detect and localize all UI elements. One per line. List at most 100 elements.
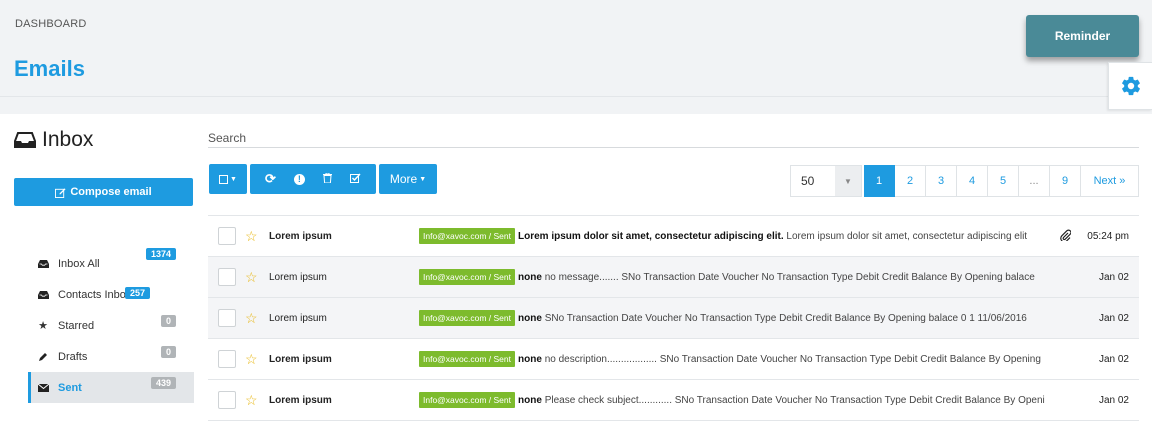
email-preview: SNo Transaction Date Voucher No Transact…	[544, 312, 1027, 324]
star-icon[interactable]: ☆	[245, 392, 261, 409]
inbox-tray-icon	[14, 132, 36, 148]
email-sender: Lorem ipsum	[269, 312, 327, 324]
sidebar-item-contacts-inbox[interactable]: Contacts Inbox 257	[28, 279, 194, 310]
chevron-down-icon: ▼	[835, 166, 861, 196]
mailbox-label: Info@xavoc.com / Sent	[419, 392, 516, 408]
inbox-icon	[36, 290, 50, 299]
inbox-heading: Inbox	[14, 128, 93, 152]
trash-icon[interactable]	[322, 172, 332, 186]
email-row[interactable]: ☆ Lorem ipsum Info@xavoc.com / Sent none…	[208, 380, 1139, 421]
star-icon[interactable]: ☆	[245, 351, 261, 368]
email-subject-preview: none Please check subject............ SN…	[518, 395, 1045, 406]
email-subject: none	[518, 394, 542, 406]
next-page-button[interactable]: Next »	[1081, 165, 1139, 197]
reminder-button[interactable]: Reminder	[1026, 15, 1139, 57]
mailbox-label: Info@xavoc.com / Sent	[419, 351, 516, 367]
sidebar-item-drafts[interactable]: Drafts 0	[28, 341, 194, 372]
email-subject-preview: none SNo Transaction Date Voucher No Tra…	[518, 313, 1045, 324]
email-sender: Lorem ipsum	[269, 394, 332, 406]
select-dropdown-button[interactable]: ▼	[209, 164, 247, 194]
per-page-value: 50	[801, 174, 815, 188]
page-button[interactable]: 4	[957, 165, 988, 197]
row-checkbox[interactable]	[218, 268, 236, 286]
refresh-icon[interactable]: ⟳	[265, 171, 276, 187]
mailbox-label: Info@xavoc.com / Sent	[419, 228, 516, 244]
inbox-heading-label: Inbox	[42, 128, 94, 151]
email-subject-preview: none no description.................. SN…	[518, 354, 1045, 365]
page-button[interactable]: 1	[864, 165, 895, 197]
count-badge: 0	[160, 315, 176, 327]
row-checkbox[interactable]	[218, 227, 236, 245]
check-square-icon[interactable]	[349, 173, 361, 186]
envelope-icon	[36, 383, 50, 392]
checkbox-icon	[219, 174, 229, 184]
count-badge: 257	[124, 287, 150, 299]
mailbox-label: Info@xavoc.com / Sent	[419, 269, 516, 285]
breadcrumb[interactable]: DASHBOARD	[15, 18, 86, 30]
email-date: Jan 02	[1098, 394, 1129, 406]
per-page-select[interactable]: 50 ▼	[790, 165, 862, 197]
page-ellipsis: ...	[1019, 165, 1050, 197]
email-subject-preview: none no message....... SNo Transaction D…	[518, 272, 1045, 283]
email-date: Jan 02	[1098, 271, 1129, 283]
email-row[interactable]: ☆ Lorem ipsum Info@xavoc.com / Sent none…	[208, 298, 1139, 339]
caret-down-icon: ▼	[419, 175, 427, 183]
email-preview: Please check subject............ SNo Tra…	[544, 394, 1046, 406]
page-button[interactable]: 5	[988, 165, 1019, 197]
email-subject-preview: Lorem ipsum dolor sit amet, consectetur …	[518, 231, 1045, 242]
search-input[interactable]	[208, 128, 1139, 148]
row-checkbox[interactable]	[218, 309, 236, 327]
row-checkbox[interactable]	[218, 391, 236, 409]
email-preview: no message....... SNo Transaction Date V…	[544, 271, 1035, 283]
page-button[interactable]: 3	[926, 165, 957, 197]
page-button[interactable]: 9	[1050, 165, 1081, 197]
sidebar-item-label: Inbox All	[58, 257, 100, 270]
star-icon[interactable]: ☆	[245, 310, 261, 327]
exclamation-icon[interactable]: !	[293, 173, 305, 185]
email-preview: Lorem ipsum dolor sit amet, consectetur …	[786, 230, 1028, 242]
sidebar-item-inbox-all[interactable]: Inbox All 1374	[28, 248, 194, 279]
email-row[interactable]: ☆ Lorem ipsum Info@xavoc.com / Sent none…	[208, 339, 1139, 380]
paperclip-icon	[1060, 229, 1072, 244]
count-badge: 1374	[145, 248, 176, 260]
email-subject: none	[518, 271, 542, 283]
sidebar-item-label: Sent	[58, 381, 82, 394]
sidebar-item-label: Starred	[58, 319, 95, 332]
main-content: Inbox Compose email Inbox All 1374 Conta…	[0, 114, 1152, 422]
page-title: Emails	[14, 56, 85, 81]
email-preview: no description.................. SNo Tra…	[544, 353, 1041, 365]
email-sender: Lorem ipsum	[269, 230, 332, 242]
email-row[interactable]: ☆ Lorem ipsum Info@xavoc.com / Sent none…	[208, 257, 1139, 298]
page-button[interactable]: 2	[895, 165, 926, 197]
pagination: 1 2 3 4 5 ... 9 Next »	[864, 165, 1139, 197]
email-date: Jan 02	[1098, 353, 1129, 365]
sidebar-item-sent[interactable]: Sent 439	[28, 372, 194, 403]
row-checkbox[interactable]	[218, 350, 236, 368]
count-badge: 0	[160, 346, 176, 358]
sidebar-item-starred[interactable]: ★ Starred 0	[28, 310, 194, 341]
gear-icon	[1121, 76, 1140, 96]
more-button-label: More	[389, 172, 418, 186]
action-button-group: ⟳ !	[250, 164, 376, 194]
compose-email-label: Compose email	[70, 186, 152, 198]
more-button[interactable]: More ▼	[379, 164, 437, 194]
star-icon[interactable]: ☆	[245, 269, 261, 286]
email-subject: none	[518, 353, 542, 365]
star-icon[interactable]: ☆	[245, 228, 261, 245]
sidebar-nav: Inbox All 1374 Contacts Inbox 257 ★ Star…	[28, 248, 194, 403]
count-badge: 439	[150, 377, 176, 389]
email-row[interactable]: ☆ Lorem ipsum Info@xavoc.com / Sent Lore…	[208, 216, 1139, 257]
mailbox-label: Info@xavoc.com / Sent	[419, 310, 516, 326]
page-header: DASHBOARD Emails Reminder	[0, 0, 1152, 97]
settings-button[interactable]	[1108, 62, 1152, 110]
edit-icon	[55, 187, 66, 198]
star-icon: ★	[38, 320, 48, 332]
compose-email-button[interactable]: Compose email	[14, 178, 193, 206]
email-date: Jan 02	[1098, 312, 1129, 324]
pencil-icon	[36, 352, 50, 362]
caret-down-icon: ▼	[230, 175, 237, 183]
email-date: 05:24 pm	[1087, 230, 1129, 242]
sidebar-item-label: Drafts	[58, 350, 88, 363]
email-subject: none	[518, 312, 542, 324]
email-toolbar: ▼ ⟳ ! More ▼	[209, 164, 437, 194]
